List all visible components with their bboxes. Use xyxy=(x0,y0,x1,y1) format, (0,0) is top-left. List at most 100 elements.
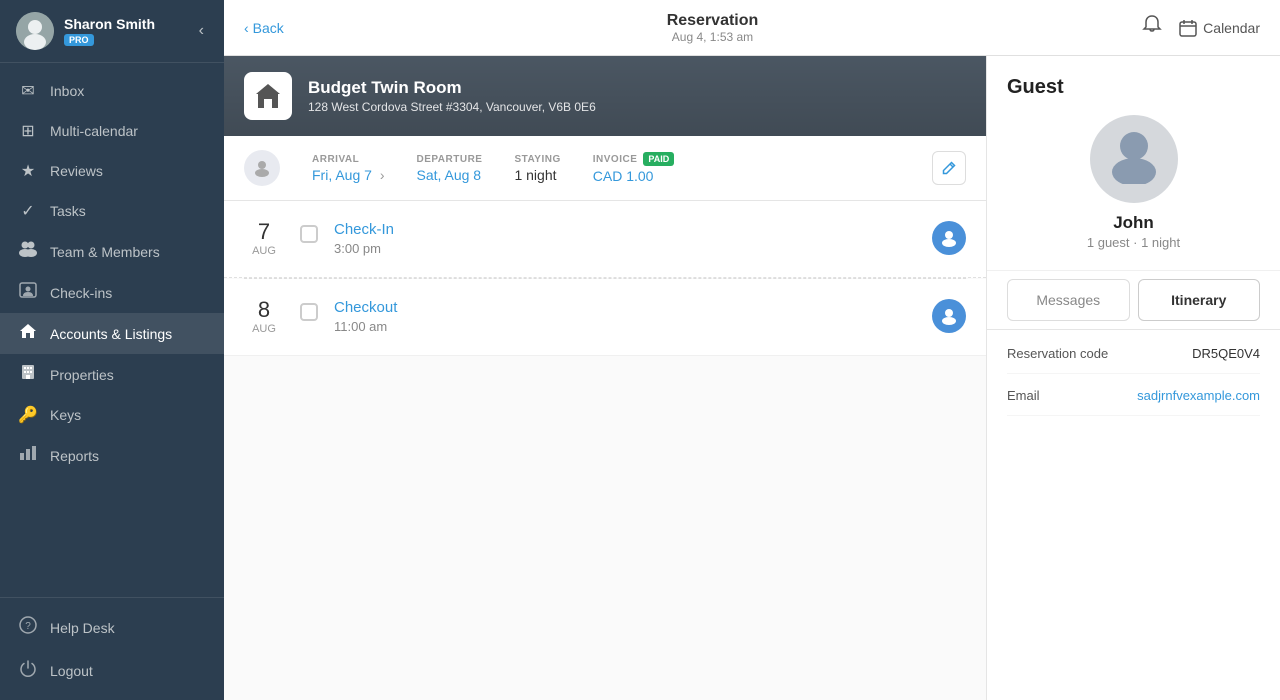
checkout-day: 8 AUG xyxy=(244,299,284,335)
sidebar-item-label: Team & Members xyxy=(50,244,160,260)
grid-icon: ⊞ xyxy=(18,121,38,141)
guest-section: Guest John 1 guest · 1 night xyxy=(987,56,1280,271)
guest-meta: 1 guest · 1 night xyxy=(1087,235,1180,250)
sidebar-item-team-members[interactable]: Team & Members xyxy=(0,231,224,272)
chart-icon xyxy=(18,445,38,466)
sidebar-collapse-button[interactable]: ‹ xyxy=(195,18,208,44)
sidebar-item-label: Reports xyxy=(50,448,99,464)
checkout-guest-avatar xyxy=(932,299,966,333)
sidebar-item-label: Inbox xyxy=(50,83,84,99)
sidebar-item-label: Reviews xyxy=(50,163,103,179)
sidebar-item-logout[interactable]: Logout xyxy=(0,649,224,692)
sidebar-item-label: Tasks xyxy=(50,203,86,219)
sidebar: Sharon Smith PRO ‹ ✉ Inbox ⊞ Multi-calen… xyxy=(0,0,224,700)
guest-avatar xyxy=(1090,115,1178,203)
sidebar-item-tasks[interactable]: ✓ Tasks xyxy=(0,191,224,231)
key-icon: 🔑 xyxy=(18,405,38,425)
departure-label: DEPARTURE xyxy=(416,154,482,165)
invoice-field: INVOICE PAID CAD 1.00 xyxy=(593,152,674,184)
guest-avatar-icon xyxy=(1104,124,1164,195)
property-banner: Budget Twin Room 128 West Cordova Street… xyxy=(224,56,986,136)
sidebar-item-label: Help Desk xyxy=(50,620,115,636)
sidebar-item-multi-calendar[interactable]: ⊞ Multi-calendar xyxy=(0,111,224,151)
notification-button[interactable] xyxy=(1141,14,1163,42)
paid-badge: PAID xyxy=(643,152,674,166)
help-icon: ? xyxy=(18,616,38,639)
sidebar-user: Sharon Smith PRO xyxy=(16,12,155,50)
email-label: Email xyxy=(1007,388,1040,403)
topbar-right: Calendar xyxy=(1141,14,1260,42)
back-button[interactable]: ‹ Back xyxy=(244,20,284,36)
tab-messages[interactable]: Messages xyxy=(1007,279,1130,321)
arrival-label: ARRIVAL xyxy=(312,154,384,165)
sidebar-item-keys[interactable]: 🔑 Keys xyxy=(0,395,224,435)
sidebar-footer: ? Help Desk Logout xyxy=(0,597,224,700)
tab-itinerary[interactable]: Itinerary xyxy=(1138,279,1261,321)
arrival-value: Fri, Aug 7 › xyxy=(312,167,384,183)
reservation-code-label: Reservation code xyxy=(1007,346,1108,361)
checkin-guest-avatar xyxy=(932,221,966,255)
chevron-left-icon: ‹ xyxy=(244,20,249,36)
sidebar-item-check-ins[interactable]: Check-ins xyxy=(0,272,224,313)
arrival-field: ARRIVAL Fri, Aug 7 › xyxy=(312,154,384,183)
sidebar-item-properties[interactable]: Properties xyxy=(0,354,224,395)
sidebar-item-label: Properties xyxy=(50,367,114,383)
property-info: Budget Twin Room 128 West Cordova Street… xyxy=(308,78,596,114)
sidebar-user-info: Sharon Smith PRO xyxy=(64,16,155,46)
inbox-icon: ✉ xyxy=(18,81,38,101)
staying-label: STAYING xyxy=(514,154,560,165)
calendar-label: Calendar xyxy=(1203,20,1260,36)
departure-value: Sat, Aug 8 xyxy=(416,167,482,183)
invoice-value: CAD 1.00 xyxy=(593,168,674,184)
topbar-title: Reservation xyxy=(667,12,759,30)
reservation-code-value: DR5QE0V4 xyxy=(1192,346,1260,361)
property-address: 128 West Cordova Street #3304, Vancouver… xyxy=(308,100,596,114)
checkin-day: 7 AUG xyxy=(244,221,284,257)
back-label: Back xyxy=(253,20,284,36)
guest-tabs: Messages Itinerary xyxy=(987,271,1280,330)
itinerary-content: 7 AUG Check-In 3:00 pm xyxy=(224,201,986,700)
sidebar-item-label: Check-ins xyxy=(50,285,112,301)
checkin-icon xyxy=(18,282,38,303)
email-row: Email sadjrnfvexample.com xyxy=(1007,388,1260,416)
guest-icon xyxy=(244,150,280,186)
topbar-subtitle: Aug 4, 1:53 am xyxy=(667,30,759,44)
guest-section-title: Guest xyxy=(1007,76,1064,99)
sidebar-item-help-desk[interactable]: ? Help Desk xyxy=(0,606,224,649)
checkout-details: Checkout 11:00 am xyxy=(334,299,916,334)
edit-button[interactable] xyxy=(932,151,966,185)
topbar-left: ‹ Back xyxy=(244,20,284,36)
guest-details: Reservation code DR5QE0V4 Email sadjrnfv… xyxy=(987,330,1280,432)
building-icon xyxy=(18,364,38,385)
sidebar-item-label: Keys xyxy=(50,407,81,423)
reservation-code-row: Reservation code DR5QE0V4 xyxy=(1007,346,1260,374)
property-icon xyxy=(244,72,292,120)
people-icon xyxy=(18,241,38,262)
sidebar-item-accounts-listings[interactable]: Accounts & Listings xyxy=(0,313,224,354)
checkin-time: 3:00 pm xyxy=(334,241,916,256)
sidebar-item-inbox[interactable]: ✉ Inbox xyxy=(0,71,224,111)
sidebar-item-label: Accounts & Listings xyxy=(50,326,172,342)
power-icon xyxy=(18,659,38,682)
sidebar-item-reviews[interactable]: ★ Reviews xyxy=(0,151,224,191)
topbar-center: Reservation Aug 4, 1:53 am xyxy=(667,12,759,44)
departure-field: DEPARTURE Sat, Aug 8 xyxy=(416,154,482,183)
checkin-title: Check-In xyxy=(334,221,916,238)
pro-badge: PRO xyxy=(64,34,94,46)
invoice-label: INVOICE xyxy=(593,154,638,165)
checkout-title: Checkout xyxy=(334,299,916,316)
email-value[interactable]: sadjrnfvexample.com xyxy=(1137,388,1260,403)
checkout-checkbox[interactable] xyxy=(300,303,318,321)
sidebar-item-reports[interactable]: Reports xyxy=(0,435,224,476)
itinerary-item-checkin: 7 AUG Check-In 3:00 pm xyxy=(224,201,986,278)
main-content: ‹ Back Reservation Aug 4, 1:53 am xyxy=(224,0,1280,700)
sidebar-user-name: Sharon Smith xyxy=(64,16,155,32)
property-name: Budget Twin Room xyxy=(308,78,596,98)
guest-name: John xyxy=(1113,213,1154,233)
checkout-time: 11:00 am xyxy=(334,319,916,334)
calendar-button[interactable]: Calendar xyxy=(1179,19,1260,37)
sidebar-header: Sharon Smith PRO ‹ xyxy=(0,0,224,63)
house-icon xyxy=(18,323,38,344)
sidebar-item-label: Logout xyxy=(50,663,93,679)
checkin-checkbox[interactable] xyxy=(300,225,318,243)
